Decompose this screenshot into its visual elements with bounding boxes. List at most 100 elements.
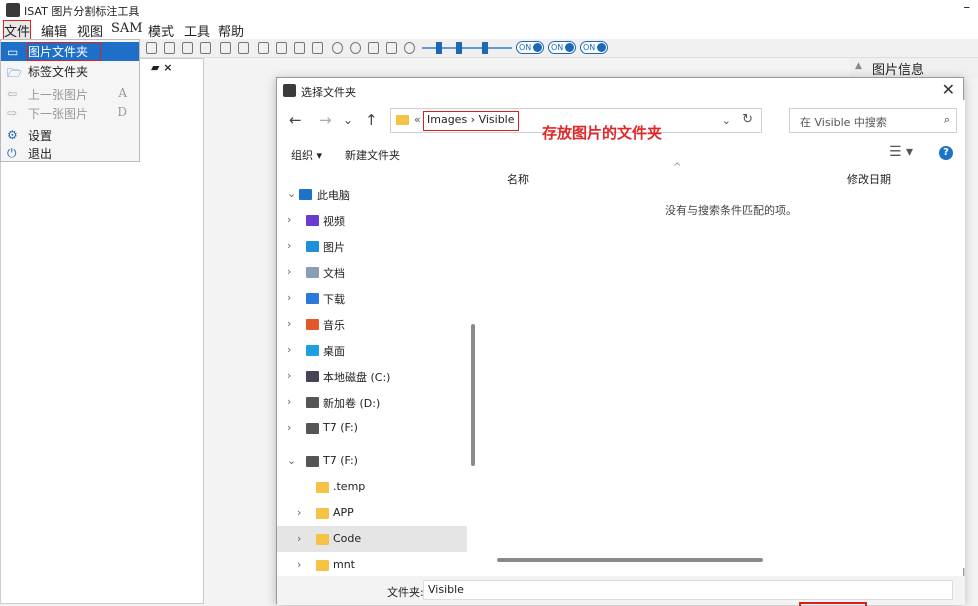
folder-icon: [306, 267, 319, 278]
folder-name-field[interactable]: Visible: [423, 580, 953, 600]
horizontal-scrollbar[interactable]: [497, 558, 763, 562]
tree-item[interactable]: › APP: [277, 500, 467, 526]
tree-scrollbar[interactable]: [471, 324, 475, 466]
paste-icon[interactable]: [182, 42, 193, 54]
tree-item[interactable]: .temp: [277, 474, 467, 500]
menu-item-prev-image[interactable]: ⇦ 上一张图片 A: [1, 84, 139, 103]
chevron-icon[interactable]: ›: [287, 369, 291, 382]
union-icon[interactable]: [258, 42, 269, 54]
back-button[interactable]: ←: [289, 111, 302, 129]
column-header-date[interactable]: 修改日期: [847, 171, 891, 187]
opacity-slider-handle[interactable]: [436, 42, 442, 54]
chevron-icon[interactable]: ›: [287, 343, 291, 356]
menu-help[interactable]: 帮助: [218, 21, 244, 40]
shortcut: A: [118, 86, 127, 100]
chevron-icon[interactable]: ›: [297, 506, 301, 519]
subtract-icon[interactable]: [276, 42, 287, 54]
tree-item-label: 音乐: [323, 319, 345, 332]
refresh-icon[interactable]: ↻: [742, 112, 753, 127]
folder-icon: [396, 115, 409, 125]
tree-item[interactable]: › Code: [277, 526, 467, 552]
panel-header-icons[interactable]: ▰ ×: [151, 61, 173, 74]
menu-mode[interactable]: 模式: [148, 21, 174, 40]
image-icon[interactable]: [386, 42, 397, 54]
undo-icon[interactable]: [146, 42, 157, 54]
help-icon[interactable]: ?: [939, 146, 953, 160]
zoom-in-icon[interactable]: [332, 42, 343, 54]
folder-icon: [299, 189, 312, 200]
menu-file[interactable]: 文件: [2, 20, 32, 41]
menu-item-label-folder[interactable]: 🗁 标签文件夹: [1, 61, 139, 80]
chevron-icon[interactable]: ›: [297, 558, 301, 571]
chevron-icon[interactable]: ›: [287, 213, 291, 226]
exclude-icon[interactable]: [312, 42, 323, 54]
menu-item-next-image[interactable]: ⇨ 下一张图片 D: [1, 103, 139, 122]
up-button[interactable]: ↑: [365, 111, 378, 129]
tree-item[interactable]: › 下载: [277, 285, 467, 311]
organize-button[interactable]: 组织 ▾: [291, 147, 322, 163]
folder-label: 文件夹:: [387, 586, 424, 599]
forward-button[interactable]: →: [319, 111, 332, 129]
fit-window-icon[interactable]: [368, 42, 379, 54]
brush-slider-handle[interactable]: [456, 42, 462, 54]
tree-item[interactable]: › 图片: [277, 233, 467, 259]
menu-item-label: 下一张图片: [28, 107, 89, 121]
tree-item[interactable]: › 文档: [277, 259, 467, 285]
size-slider-handle[interactable]: [482, 42, 488, 54]
menu-view[interactable]: 视图: [77, 21, 103, 40]
gear-icon: ⚙: [7, 128, 18, 142]
collapse-arrow-icon[interactable]: ▲: [855, 61, 862, 71]
chevron-icon[interactable]: ⌄: [287, 187, 296, 200]
tree-item[interactable]: › 新加卷 (D:): [277, 389, 467, 415]
chevron-icon[interactable]: ›: [297, 532, 301, 545]
zoom-out-icon[interactable]: [350, 42, 361, 54]
delete-icon[interactable]: [200, 42, 211, 54]
folder-icon: ▭: [7, 45, 19, 59]
new-folder-button[interactable]: 新建文件夹: [345, 147, 400, 163]
menu-item-settings[interactable]: ⚙ 设置: [1, 125, 139, 144]
chevron-icon[interactable]: ›: [287, 265, 291, 278]
toolbar: ON ON ON: [140, 39, 978, 58]
toggle-3[interactable]: ON: [580, 41, 608, 54]
search-input[interactable]: 在 Visible 中搜索 ⌕: [789, 108, 957, 133]
folder-open-icon: 🗁: [7, 66, 22, 80]
tree-item[interactable]: › 桌面: [277, 337, 467, 363]
chevron-down-icon[interactable]: ⌄: [722, 114, 731, 127]
toggle-2[interactable]: ON: [548, 41, 576, 54]
menu-sam[interactable]: SAM: [111, 21, 143, 36]
chevron-icon[interactable]: ›: [287, 291, 291, 304]
tree-item[interactable]: ⌄ 此电脑: [277, 181, 467, 207]
chevron-icon[interactable]: ›: [287, 239, 291, 252]
chevron-icon[interactable]: ›: [287, 317, 291, 330]
app-logo-icon: [6, 3, 20, 17]
tree-item[interactable]: › 视频: [277, 207, 467, 233]
menu-item-exit[interactable]: ⏻ 退出: [1, 143, 139, 162]
toggle-1[interactable]: ON: [516, 41, 544, 54]
copy-icon[interactable]: [164, 42, 175, 54]
breadcrumb-overflow[interactable]: «: [414, 113, 421, 126]
select-folder-button-highlight[interactable]: [799, 602, 867, 606]
tree-item[interactable]: › T7 (F:): [277, 415, 467, 441]
tree-item[interactable]: › 音乐: [277, 311, 467, 337]
recent-locations-button[interactable]: ⌄: [343, 113, 353, 127]
menu-tools[interactable]: 工具: [184, 21, 210, 40]
tree-item[interactable]: › 本地磁盘 (C:): [277, 363, 467, 389]
to-top-icon[interactable]: [220, 42, 231, 54]
tree-item-label: mnt: [333, 558, 355, 571]
chevron-icon[interactable]: ›: [287, 395, 291, 408]
chevron-icon[interactable]: ›: [287, 421, 291, 434]
menu-item-image-folder[interactable]: ▭ 图片文件夹: [1, 42, 139, 61]
minimize-button[interactable]: –: [964, 0, 971, 15]
column-header-name[interactable]: 名称: [507, 171, 529, 187]
tree-item[interactable]: › mnt: [277, 552, 467, 576]
breadcrumb[interactable]: Images › Visible: [423, 111, 519, 131]
to-bottom-icon[interactable]: [238, 42, 249, 54]
intersect-icon[interactable]: [294, 42, 305, 54]
close-button[interactable]: ✕: [942, 80, 955, 99]
menu-edit[interactable]: 编辑: [41, 21, 67, 40]
empty-message: 没有与搜索条件匹配的项。: [665, 204, 797, 217]
view-options-button[interactable]: ☰ ▾: [889, 144, 913, 160]
chevron-icon[interactable]: ⌄: [287, 454, 296, 467]
tree-item[interactable]: ⌄ T7 (F:): [277, 448, 467, 474]
eye-icon[interactable]: [404, 42, 415, 54]
